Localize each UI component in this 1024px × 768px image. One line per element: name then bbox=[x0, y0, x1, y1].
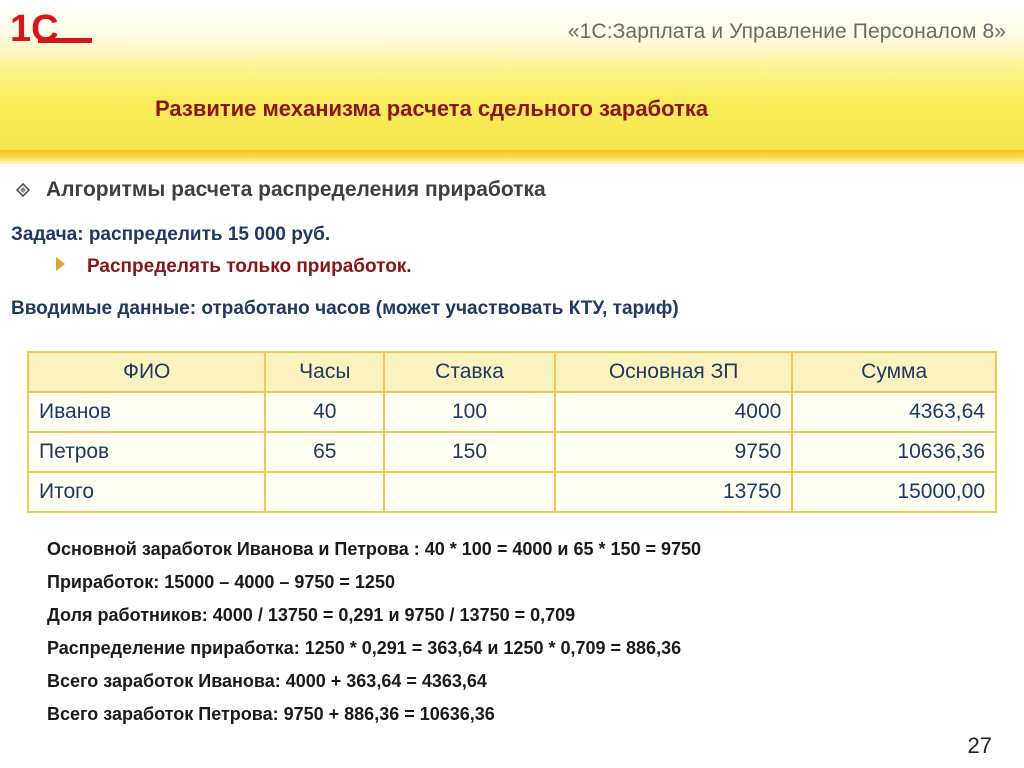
input-data-text: Вводимые данные: отработано часов (может… bbox=[11, 298, 679, 319]
title-band-bottom-stripe bbox=[0, 150, 1024, 164]
1c-logo: 1С bbox=[10, 8, 92, 48]
table-total-row: Итого 13750 15000,00 bbox=[26, 471, 997, 513]
calculation-list: Основной заработок Иванова и Петрова : 4… bbox=[47, 533, 701, 731]
arrow-bullet-icon bbox=[56, 257, 65, 271]
cell-base-salary: 13750 bbox=[553, 471, 794, 513]
calculation-line: Всего заработок Петрова: 9750 + 886,36 =… bbox=[47, 704, 495, 724]
calculation-line: Приработок: 15000 – 4000 – 9750 = 1250 bbox=[47, 572, 395, 592]
cell-rate: 150 bbox=[383, 431, 556, 473]
calculation-line: Всего заработок Иванова: 4000 + 363,64 =… bbox=[47, 671, 487, 691]
table-row: Иванов 40 100 4000 4363,64 bbox=[26, 391, 997, 433]
section-heading: Алгоритмы расчета распределения приработ… bbox=[46, 178, 546, 201]
cell-base-salary: 9750 bbox=[553, 431, 794, 473]
table-header-row: ФИО Часы Ставка Основная ЗП Сумма bbox=[26, 351, 997, 393]
slide-header: 1С «1С:Зарплата и Управление Персоналом … bbox=[0, 0, 1024, 62]
cell-total: 15000,00 bbox=[791, 471, 997, 513]
calculation-line: Распределение приработка: 1250 * 0,291 =… bbox=[47, 638, 682, 658]
column-header-rate: Ставка bbox=[383, 351, 556, 393]
cell-name: Петров bbox=[26, 431, 267, 473]
task-statement: Задача: распределить 15 000 руб. bbox=[11, 224, 331, 245]
column-header-base-salary: Основная ЗП bbox=[553, 351, 794, 393]
column-header-total: Сумма bbox=[791, 351, 997, 393]
cell-total: 10636,36 bbox=[791, 431, 997, 473]
cell-rate bbox=[383, 471, 556, 513]
cell-hours: 65 bbox=[264, 431, 386, 473]
page-number: 27 bbox=[967, 733, 992, 758]
cell-name: Итого bbox=[26, 471, 267, 513]
cell-total: 4363,64 bbox=[791, 391, 997, 433]
cell-hours bbox=[264, 471, 386, 513]
salary-table: ФИО Часы Ставка Основная ЗП Сумма Иванов… bbox=[26, 351, 997, 513]
cell-base-salary: 4000 bbox=[553, 391, 794, 433]
diamond-bullet-icon bbox=[16, 183, 30, 197]
table-row: Петров 65 150 9750 10636,36 bbox=[26, 431, 997, 473]
cell-hours: 40 bbox=[264, 391, 386, 433]
product-title: «1С:Зарплата и Управление Персоналом 8» bbox=[567, 20, 1006, 43]
calculation-line: Доля работников: 4000 / 13750 = 0,291 и … bbox=[47, 605, 576, 625]
slide-title: Развитие механизма расчета сдельного зар… bbox=[155, 96, 709, 121]
calculation-line: Основной заработок Иванова и Петрова : 4… bbox=[47, 539, 702, 559]
sub-bullet-text: Распределять только приработок. bbox=[87, 256, 412, 277]
cell-rate: 100 bbox=[383, 391, 556, 433]
cell-name: Иванов bbox=[26, 391, 267, 433]
column-header-hours: Часы bbox=[264, 351, 386, 393]
column-header-fio: ФИО bbox=[26, 351, 267, 393]
